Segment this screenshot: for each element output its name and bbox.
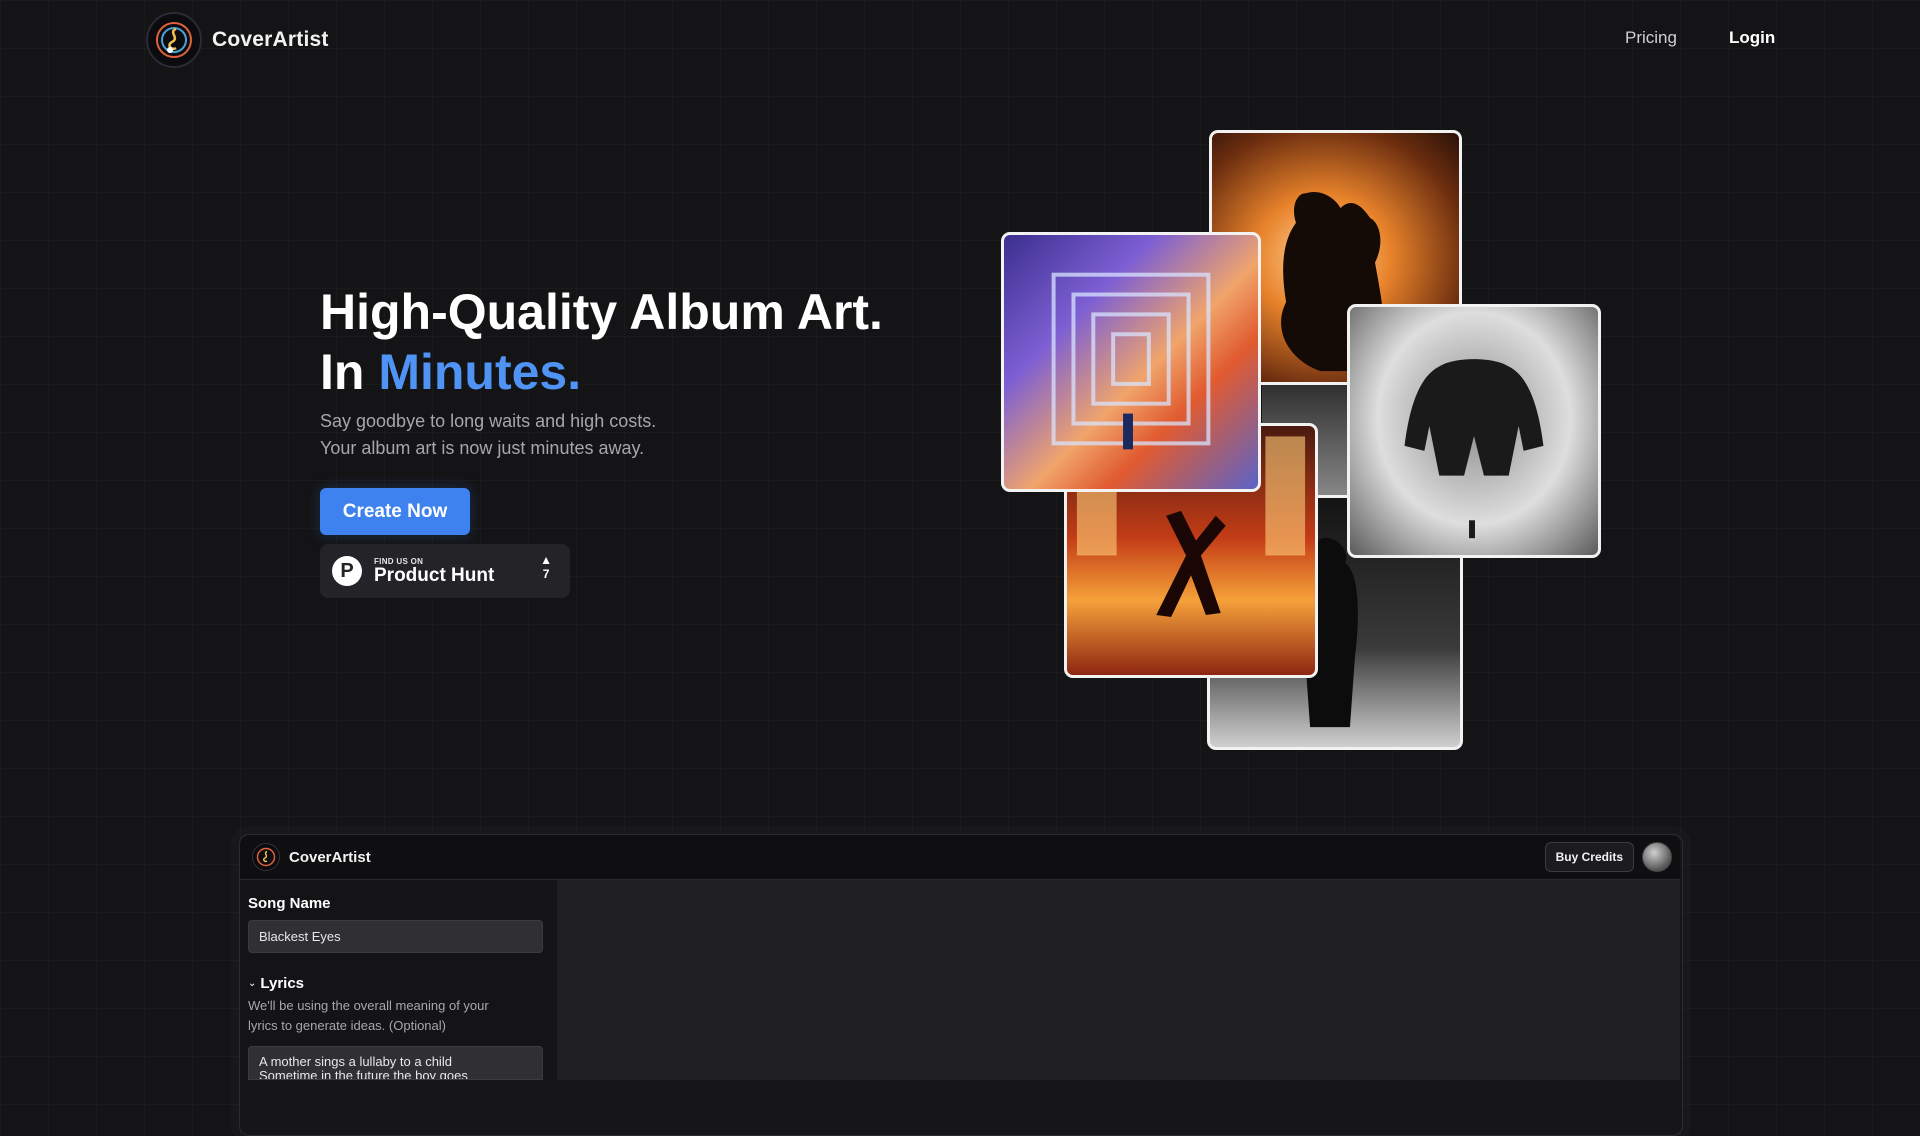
chevron-down-icon: ⌄ [248,978,257,989]
avatar[interactable] [1642,842,1672,872]
buy-credits-button[interactable]: Buy Credits [1544,842,1634,872]
lyrics-toggle[interactable]: ⌄ Lyrics [248,975,304,992]
lyrics-label: Lyrics [260,975,305,992]
create-now-button[interactable]: Create Now [320,488,470,535]
upvote-arrow-icon: ▲ [540,553,552,567]
app-logo-icon [252,843,280,871]
hero-subtitle-line2: Your album art is now just minutes away. [320,438,645,458]
hero-title-line2: In Minutes. [320,342,581,402]
product-hunt-votes: ▲ 7 [540,553,552,581]
album-art-maze [1001,232,1261,492]
song-name-label: Song Name [248,895,331,912]
app-preview-header: CoverArtist Buy Credits [240,835,1680,880]
hero-title-accent: Minutes. [378,344,582,400]
product-hunt-label: Product Hunt [374,564,495,586]
album-art-monster [1347,304,1601,558]
music-logo-icon [146,12,202,68]
product-hunt-icon: P [332,556,362,586]
vote-count: 7 [542,567,550,581]
lyrics-text-line2: Sometime in the future the boy goes [259,1068,468,1080]
lyrics-textarea[interactable]: A mother sings a lullaby to a child Some… [248,1046,543,1080]
hero-subtitle-line1: Say goodbye to long waits and high costs… [320,411,657,431]
product-hunt-badge[interactable]: P FIND US ON Product Hunt ▲ 7 [320,544,570,598]
nav-login-link[interactable]: Login [1729,28,1775,48]
song-name-input[interactable] [248,920,543,953]
hero-title-line1: High-Quality Album Art. [320,284,883,340]
lyrics-help-text-line2: lyrics to generate ideas. (Optional) [248,1018,446,1033]
app-main-area [557,880,1680,1080]
app-brand-name: CoverArtist [289,848,371,866]
nav-pricing-link[interactable]: Pricing [1625,28,1677,48]
hero-title-prefix: In [320,344,365,400]
lyrics-help-text-line1: We'll be using the overall meaning of yo… [248,998,489,1013]
brand-logo[interactable]: CoverArtist [146,12,329,68]
brand-name: CoverArtist [212,28,329,51]
lyrics-text-line1: A mother sings a lullaby to a child [259,1054,452,1069]
